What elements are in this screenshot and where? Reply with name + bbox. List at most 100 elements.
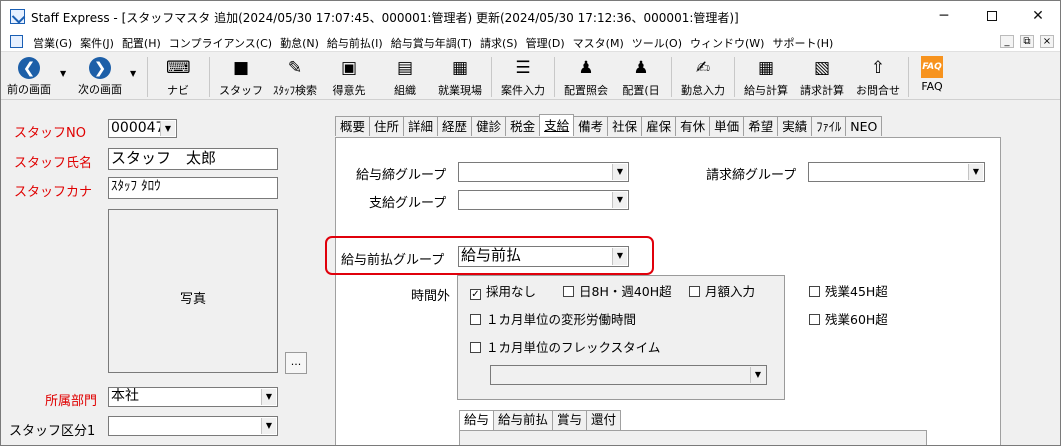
tab-notes[interactable]: 備考 (573, 116, 609, 136)
staff-button[interactable]: ■ スタッフ (219, 55, 263, 98)
pay-group-select[interactable]: ▼ (458, 190, 629, 210)
tab-payment[interactable]: 支給 (539, 114, 575, 136)
tab-address[interactable]: 住所 (369, 116, 405, 136)
menu-billing[interactable]: 請求(S) (478, 35, 524, 51)
menu-attendance[interactable]: 勤怠(N) (278, 35, 325, 51)
client-label: 得意先 (332, 84, 366, 97)
tab-overview[interactable]: 概要 (335, 116, 371, 136)
contact-button[interactable]: ⇧ お問合せ (851, 55, 905, 98)
flex-select[interactable]: ▼ (490, 365, 767, 385)
client-button[interactable]: ▣ 得意先 (327, 55, 371, 98)
close-button[interactable]: ✕ (1015, 1, 1060, 32)
payroll-calc-button[interactable]: ▦ 給与計算 (739, 55, 793, 98)
menu-payroll[interactable]: 給与賞与年調(T) (389, 35, 478, 51)
prev-dropdown-icon[interactable]: ▼ (60, 69, 66, 78)
over60-checkbox[interactable]: 残業60H超 (809, 313, 888, 327)
flex-month-checkbox[interactable]: １カ月単位のフレックスタイム (470, 341, 660, 355)
menu-admin[interactable]: 管理(D) (524, 35, 571, 51)
chevron-down-icon[interactable]: ▼ (612, 248, 627, 265)
mdi-close-button[interactable]: × (1040, 35, 1054, 48)
menu-jobs[interactable]: 案件(J) (78, 35, 120, 51)
document-icon[interactable] (10, 35, 23, 48)
billing-calc-button[interactable]: ▧ 請求計算 (795, 55, 849, 98)
monthly-input-checkbox[interactable]: 月額入力 (689, 285, 755, 299)
adopt-none-checkbox[interactable]: ✓ 採用なし (470, 285, 536, 300)
menu-compliance[interactable]: コンプライアンス(C) (167, 35, 278, 51)
checkbox-icon[interactable] (809, 286, 820, 297)
next-screen-button[interactable]: ❯ 次の画面 (73, 55, 127, 98)
tab-employment-insurance[interactable]: 雇保 (641, 116, 677, 136)
faq-button[interactable]: FAQ FAQ (914, 55, 950, 98)
tab-neo[interactable]: NEO (845, 116, 883, 136)
subtab-advance-pay[interactable]: 給与前払 (493, 410, 554, 430)
tab-paid-leave[interactable]: 有休 (675, 116, 711, 136)
prev-screen-button[interactable]: ❮ 前の画面 (4, 55, 54, 98)
advance-group-label: 給与前払グループ (341, 253, 445, 268)
tab-health[interactable]: 健診 (471, 116, 507, 136)
subtab-bonus[interactable]: 賞与 (552, 410, 588, 430)
chevron-down-icon[interactable]: ▼ (261, 389, 276, 405)
department-select[interactable]: 本社 ▼ (108, 387, 278, 407)
staff-no-select[interactable]: 000047 ▼ (108, 119, 177, 138)
checkbox-icon[interactable] (470, 342, 481, 353)
department-value: 本社 (111, 388, 139, 404)
checkbox-icon[interactable] (563, 286, 574, 297)
menu-advance-pay[interactable]: 給与前払(I) (325, 35, 389, 51)
subtab-refund[interactable]: 還付 (586, 410, 622, 430)
checkbox-icon[interactable] (809, 314, 820, 325)
chevron-down-icon[interactable]: ▼ (612, 192, 627, 208)
assign-day-button[interactable]: ♟ 配置(日 (617, 55, 665, 98)
mdi-minimize-button[interactable]: _ (1000, 35, 1014, 48)
staff-type-select[interactable]: ▼ (108, 416, 278, 436)
subtab-salary[interactable]: 給与 (459, 410, 495, 430)
organization-button[interactable]: ▤ 組織 (383, 55, 427, 98)
menu-support[interactable]: サポート(H) (770, 35, 839, 51)
chevron-down-icon[interactable]: ▼ (968, 164, 983, 180)
assign-inquiry-button[interactable]: ♟ 配置照会 (559, 55, 613, 98)
menu-window[interactable]: ウィンドウ(W) (688, 35, 770, 51)
checkbox-icon[interactable] (689, 286, 700, 297)
chevron-down-icon[interactable]: ▼ (160, 121, 175, 136)
menu-sales[interactable]: 営業(G) (31, 35, 78, 51)
tab-results[interactable]: 実績 (777, 116, 813, 136)
next-dropdown-icon[interactable]: ▼ (130, 69, 136, 78)
staff-kana-input[interactable]: ｽﾀｯﾌ ﾀﾛｳ (108, 177, 278, 199)
checkbox-checked-icon[interactable]: ✓ (470, 289, 481, 300)
chevron-down-icon[interactable]: ▼ (750, 367, 765, 383)
variable-month-checkbox[interactable]: １カ月単位の変形労働時間 (470, 313, 636, 327)
menu-master[interactable]: マスタ(M) (571, 35, 630, 51)
staff-search-button[interactable]: ✎ ｽﾀｯﾌ検索 (267, 55, 323, 98)
bill-close-group-select[interactable]: ▼ (808, 162, 985, 182)
chevron-down-icon[interactable]: ▼ (612, 164, 627, 180)
tab-file[interactable]: ﾌｧｲﾙ (811, 116, 847, 136)
staff-name-input[interactable]: スタッフ 太郎 (108, 148, 278, 170)
menu-tools[interactable]: ツール(O) (630, 35, 688, 51)
pay-close-group-select[interactable]: ▼ (458, 162, 629, 182)
photo-browse-button[interactable]: ... (285, 352, 307, 374)
tab-detail[interactable]: 詳細 (403, 116, 439, 136)
over45-label: 残業45H超 (825, 284, 888, 299)
photo-area: 写真 (108, 209, 278, 373)
chevron-down-icon[interactable]: ▼ (261, 418, 276, 434)
minimize-button[interactable]: ─ (921, 1, 967, 32)
job-entry-button[interactable]: ☰ 案件入力 (496, 55, 550, 98)
tab-unit-price[interactable]: 単価 (709, 116, 745, 136)
tab-social-insurance[interactable]: 社保 (607, 116, 643, 136)
maximize-button[interactable] (969, 1, 1015, 32)
over45-checkbox[interactable]: 残業45H超 (809, 285, 888, 299)
checkbox-icon[interactable] (470, 314, 481, 325)
mdi-restore-button[interactable]: ⧉ (1020, 35, 1034, 48)
work-site-button[interactable]: ▦ 就業現場 (433, 55, 487, 98)
photo-label: 写真 (179, 292, 206, 307)
tab-tax[interactable]: 税金 (505, 116, 541, 136)
day8-week40-checkbox[interactable]: 日8H・週40H超 (563, 285, 672, 299)
advance-group-select[interactable]: 給与前払 ▼ (458, 246, 629, 267)
tab-preference[interactable]: 希望 (743, 116, 779, 136)
navi-button[interactable]: ⌨ ナビ (158, 55, 198, 98)
menu-items: 営業(G) 案件(J) 配置(H) コンプライアンス(C) 勤怠(N) 給与前払… (31, 35, 839, 51)
attendance-entry-button[interactable]: ✍ 勤怠入力 (676, 55, 730, 98)
advance-group-value: 給与前払 (461, 246, 522, 264)
menu-assign[interactable]: 配置(H) (120, 35, 167, 51)
tab-career[interactable]: 経歴 (437, 116, 473, 136)
toolbar-separator (147, 57, 148, 97)
